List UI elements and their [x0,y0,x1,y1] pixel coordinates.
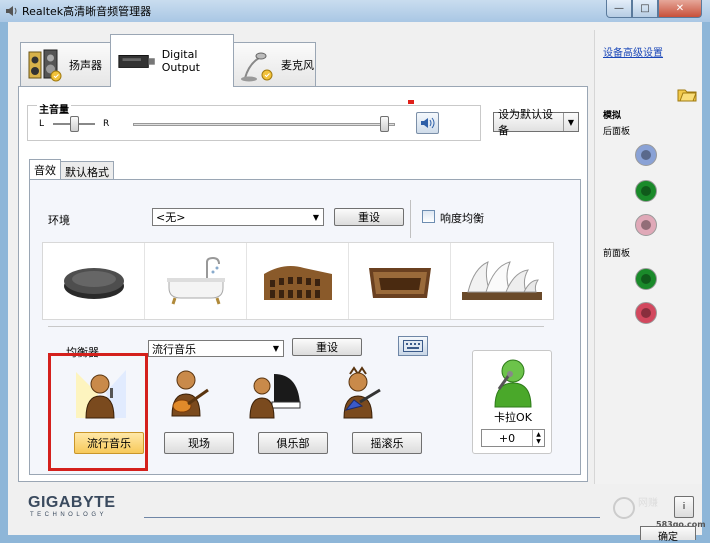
karaoke-group: 卡拉OK +0 ▲ ▼ [472,350,552,454]
divider [48,326,544,327]
env-preset-bathroom[interactable] [145,243,247,319]
environment-select[interactable]: <无> ▼ [152,208,324,226]
equalizer-value: 流行音乐 [152,342,196,356]
graphic-eq-button[interactable] [398,336,428,356]
speaker-app-icon [6,6,17,16]
colosseum-icon [263,266,332,300]
set-default-device-button[interactable]: 设为默认设备 ▼ [493,108,579,137]
balance-left-label: L [39,119,45,129]
loudness-label: 响度均衡 [440,212,484,225]
karaoke-label: 卡拉OK [494,411,532,424]
volume-slider-thumb[interactable] [380,116,389,132]
advanced-device-settings-link[interactable]: 设备高级设置 [603,44,663,59]
rock-guitarist-icon [343,366,381,419]
eq-preset-club-icon[interactable] [244,366,302,424]
spinner-arrows[interactable]: ▲ ▼ [532,430,544,446]
env-preset-stone[interactable] [43,243,145,319]
brand-tagline: TECHNOLOGY [30,512,108,518]
rear-panel-label: 后面板 [603,127,631,137]
arena-icon [368,268,431,298]
ok-button[interactable]: 确定 [640,526,696,543]
tab-sound-effects[interactable]: 音效 [29,159,61,179]
env-preset-colosseum[interactable] [247,243,349,319]
highlight-annotation-box [48,353,148,471]
down-arrow-icon[interactable]: ▼ [536,438,541,445]
up-arrow-icon[interactable]: ▲ [536,431,541,438]
tab-speakers-label: 扬声器 [69,58,102,72]
rear-jack-green[interactable] [635,180,657,202]
equalizer-reset-button[interactable]: 重设 [292,338,362,356]
eq-preset-rock-button[interactable]: 摇滚乐 [352,432,422,454]
bottom-bar: GIGABYTE TECHNOLOGY 网赚 583go.com i 确定 [8,484,706,543]
sound-effects-panel: 环境 <无> ▼ 重设 响度均衡 均衡器 流行音乐 ▼ 重设 流行音乐 现场 俱… [29,179,581,475]
connector-panel: 设备高级设置 模拟 后面板 前面板 [594,30,702,492]
karaoke-value: +0 [498,431,516,445]
rear-jack-blue[interactable] [635,144,657,166]
eq-preset-rock-icon[interactable] [330,366,388,424]
environment-reset-button[interactable]: 重设 [334,208,404,226]
tab-speakers[interactable]: 扬声器 [20,42,112,86]
main-volume-title: 主音量 [37,101,71,116]
front-panel-label: 前面板 [603,249,631,259]
karaoke-pitch-spinner[interactable]: +0 ▲ ▼ [481,429,545,447]
maximize-button[interactable]: □ [632,0,658,18]
env-preset-arena[interactable] [349,243,451,319]
device-tabs: 扬声器 Digital Output 麦克风 [18,30,588,87]
window-title: Realtek高清晰音频管理器 [22,5,152,18]
close-button[interactable]: ✕ [658,0,702,18]
client-area: 扬声器 Digital Output 麦克风 主音量 L R 设为默认设备 ▼ … [8,22,706,543]
pianist-icon [249,374,301,419]
tab-default-format[interactable]: 默认格式 [60,161,114,179]
level-indicator [408,100,414,104]
keyboard-icon [403,340,423,352]
environment-value: <无> [156,211,186,224]
tab-digital-output[interactable]: Digital Output [110,34,234,87]
minimize-button[interactable]: — [606,0,632,18]
front-jack-pink[interactable] [635,302,657,324]
digital-output-icon [118,55,155,68]
eq-preset-live-button[interactable]: 现场 [164,432,234,454]
digital-output-panel: 主音量 L R 设为默认设备 ▼ 音效 默认格式 环境 <无> ▼ 重设 响度均… [18,86,588,482]
microphone-icon [241,52,273,81]
divider [144,517,600,518]
svg-text:网赚: 网赚 [638,496,658,509]
speaker-volume-icon [421,117,435,129]
bathtub-icon [166,256,225,305]
mute-button[interactable] [416,112,439,134]
analog-label: 模拟 [603,111,622,121]
tab-microphone[interactable]: 麦克风 [232,42,316,86]
environment-presets [42,242,554,320]
info-icon: i [682,502,686,512]
speakers-icon [28,49,62,81]
chevron-down-icon: ▼ [312,212,320,222]
volume-track [133,123,395,126]
front-jack-green[interactable] [635,268,657,290]
dropdown-arrow-icon[interactable]: ▼ [563,113,578,131]
balance-right-label: R [103,119,110,129]
brand-logo: GIGABYTE [28,494,116,511]
loudness-checkbox[interactable] [422,210,435,223]
info-button[interactable]: i [674,496,694,518]
balance-slider-thumb[interactable] [70,116,79,132]
eq-preset-live-icon[interactable] [158,366,216,424]
stone-disc-icon [63,268,124,299]
title-bar: Realtek高清晰音频管理器 — □ ✕ [0,0,710,22]
equalizer-select[interactable]: 流行音乐 ▼ [148,340,284,357]
environment-label: 环境 [48,214,70,227]
chevron-down-icon: ▼ [272,344,280,353]
tab-digital-output-label: Digital Output [161,48,200,74]
rear-jack-pink[interactable] [635,214,657,236]
effect-tabs: 音效 默认格式 [29,159,114,179]
eq-preset-club-button[interactable]: 俱乐部 [258,432,328,454]
karaoke-singer-icon [494,359,532,408]
set-default-device-label: 设为默认设备 [498,108,553,137]
folder-icon[interactable] [677,86,697,102]
guitarist-icon [171,370,209,417]
divider [410,200,411,238]
tab-microphone-label: 麦克风 [281,58,314,72]
env-preset-opera-house[interactable] [451,243,553,319]
opera-house-icon [462,261,542,300]
